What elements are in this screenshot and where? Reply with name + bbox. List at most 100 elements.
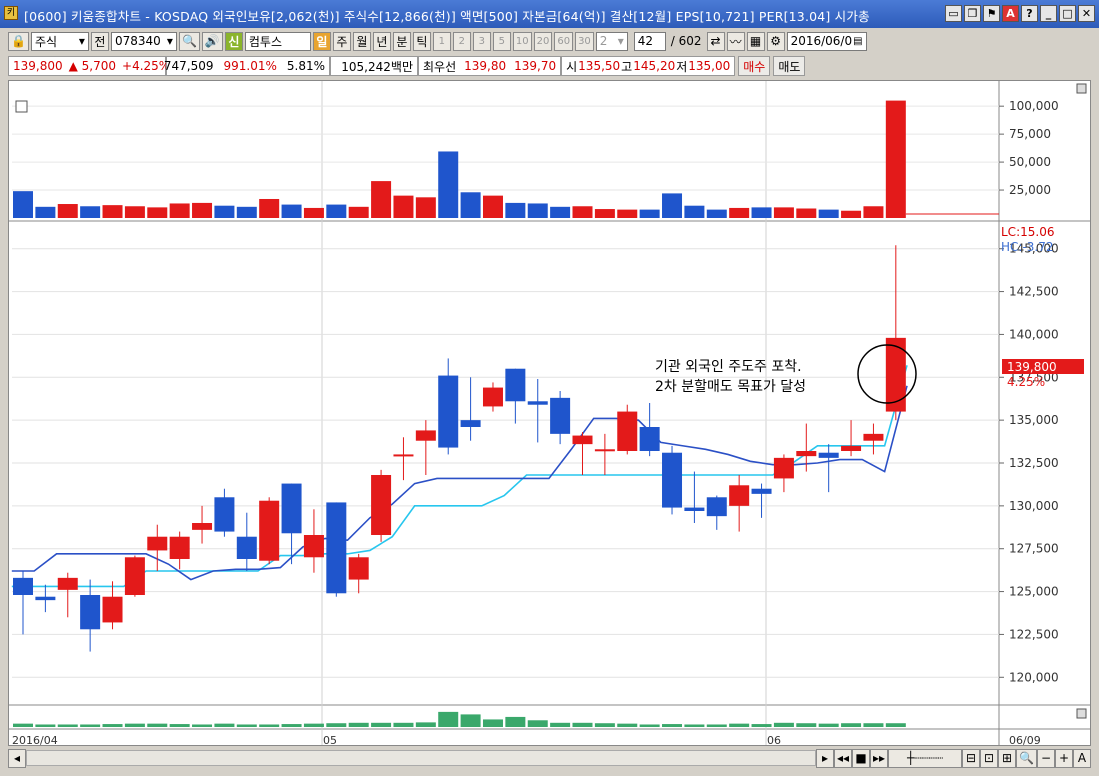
help-icon[interactable]: ?: [1021, 5, 1038, 22]
candle-body: [259, 500, 280, 561]
volume-bar: [259, 198, 280, 218]
scroll-track[interactable]: [26, 750, 816, 766]
high-value: 145,20: [633, 59, 676, 73]
sell-button[interactable]: 매도: [773, 56, 806, 76]
period-minute[interactable]: 분: [392, 31, 411, 51]
candle-body: [527, 401, 548, 405]
lc-label: LC:15.06: [1001, 225, 1054, 239]
candle-body: [863, 433, 884, 441]
price-tick-label: 127,500: [1009, 542, 1059, 556]
zoom-slider[interactable]: ┼┈┈┈┈: [888, 748, 963, 768]
candle-body: [796, 451, 817, 457]
volume-pane: [13, 100, 999, 218]
speaker-icon[interactable]: 🔊: [201, 31, 223, 51]
candle-body: [729, 485, 750, 506]
period-year[interactable]: 년: [372, 31, 391, 51]
hc-label: HC:-3.72: [1001, 240, 1054, 254]
pane-close-icon[interactable]: [1076, 83, 1087, 94]
interval-20[interactable]: 20: [533, 31, 553, 51]
split-icon[interactable]: ⊟: [962, 748, 981, 768]
prev-button[interactable]: 전: [90, 31, 109, 51]
price-tick-label: 135,000: [1009, 413, 1059, 427]
font-icon[interactable]: A: [1002, 5, 1019, 22]
oscillator-bar: [639, 724, 660, 727]
candle-body: [751, 488, 772, 494]
interval-3[interactable]: 3: [472, 31, 491, 51]
oscillator-bar: [147, 723, 168, 727]
interval-5[interactable]: 5: [492, 31, 511, 51]
volume-ratio: 991.01%: [223, 59, 277, 73]
buy-button[interactable]: 매수: [738, 56, 771, 76]
period-tick[interactable]: 틱: [412, 31, 431, 51]
volume-bar: [662, 193, 683, 218]
volume-bar: [102, 205, 123, 218]
interval-2[interactable]: 2: [452, 31, 471, 51]
date-input[interactable]: 2016/06/0 ▤: [786, 31, 867, 51]
chart-canvas[interactable]: 145,000142,500140,000137,500135,000132,5…: [9, 81, 1090, 747]
period-day[interactable]: 일: [312, 31, 331, 51]
interval-30[interactable]: 30: [575, 31, 594, 51]
chart-panel[interactable]: 145,000 142,500 140,000 137,500 135,000 132,5…: [8, 80, 1091, 747]
search-icon[interactable]: 🔍: [178, 31, 200, 51]
period-month[interactable]: 월: [352, 31, 371, 51]
candle-body: [841, 445, 862, 451]
close-button[interactable]: ✕: [1078, 5, 1095, 22]
candle-body: [102, 596, 123, 623]
scroll-left-icon[interactable]: ◂: [8, 748, 26, 768]
interval-60[interactable]: 60: [554, 31, 574, 51]
date-value: 2016/06/0: [790, 34, 853, 48]
forward-icon[interactable]: ▸▸: [870, 748, 889, 768]
indicator-icon[interactable]: 〰: [726, 31, 745, 51]
minimize-button[interactable]: _: [1040, 5, 1057, 22]
grid-toggle-icon[interactable]: [15, 100, 28, 113]
zoom-icon[interactable]: 🔍: [1016, 748, 1037, 768]
stop-icon[interactable]: ■: [852, 748, 870, 768]
candle-body: [460, 420, 481, 427]
rewind-icon[interactable]: ◂◂: [833, 748, 852, 768]
volume-bar: [796, 208, 817, 218]
chart-icon[interactable]: ▦: [746, 31, 765, 51]
chevron-down-icon: ▾: [166, 34, 173, 48]
expand-icon[interactable]: ⊞: [998, 748, 1017, 768]
plus-icon[interactable]: +: [1055, 748, 1073, 768]
period-week[interactable]: 주: [332, 31, 351, 51]
link-icon[interactable]: ⚑: [983, 5, 1000, 22]
volume-tick-label: 75,000: [1009, 127, 1051, 141]
volume-bar: [371, 181, 392, 218]
tile-icon[interactable]: ▭: [945, 5, 962, 22]
volume-bar: [303, 207, 324, 218]
candle-body: [214, 497, 235, 532]
oscillator-bar: [80, 724, 101, 727]
oscillator-bar: [594, 723, 615, 727]
minus-icon[interactable]: −: [1037, 748, 1055, 768]
zoom-fit-icon[interactable]: ⊡: [980, 748, 999, 768]
bottom-scrollbar[interactable]: ◂ ▸ ◂◂ ■ ▸▸ ┼┈┈┈┈ ⊟ ⊡ ⊞ 🔍 − + A: [8, 748, 1091, 768]
volume-bar: [773, 207, 794, 218]
lock-icon[interactable]: 🔒: [8, 31, 29, 51]
osc-close-icon[interactable]: [1076, 708, 1087, 719]
interval-input[interactable]: 2 ▾: [595, 31, 628, 51]
candle-body: [303, 535, 324, 558]
maximize-button[interactable]: □: [1059, 5, 1076, 22]
candle-body: [57, 577, 78, 590]
candles: [13, 245, 906, 652]
price-axis: 145,000142,500140,000137,500135,000132,5…: [999, 99, 1059, 684]
candle-body: [617, 411, 638, 451]
count-input[interactable]: 42: [633, 31, 666, 51]
cascade-icon[interactable]: ❐: [964, 5, 981, 22]
font-size-icon[interactable]: A: [1073, 748, 1091, 768]
oscillator-bar: [326, 723, 347, 727]
interval-1[interactable]: 1: [432, 31, 451, 51]
security-type-select[interactable]: 주식 ▾: [30, 31, 89, 51]
settings-icon[interactable]: ⚙: [766, 31, 785, 51]
interval-10[interactable]: 10: [512, 31, 532, 51]
open-label: 시: [566, 59, 578, 74]
arrows-icon[interactable]: ⇄: [706, 31, 725, 51]
oscillator-bar: [841, 723, 862, 727]
scroll-right-icon[interactable]: ▸: [815, 748, 834, 768]
price-tick-label: 132,500: [1009, 456, 1059, 470]
volume-bar: [482, 195, 503, 218]
code-input[interactable]: 078340 ▾: [110, 31, 177, 51]
stock-name-field[interactable]: 컴투스: [244, 31, 311, 51]
volume-bar: [438, 151, 459, 218]
